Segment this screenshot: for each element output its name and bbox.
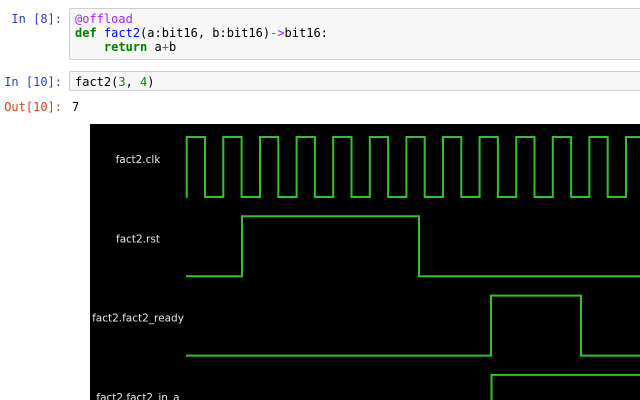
code-line: fact2(3, 4) [75,75,155,89]
input-prompt-10: In [10]: [4,75,62,89]
output-value: 7 [72,100,80,114]
input-prompt-8: In [8]: [11,12,62,26]
signal-label: fact2.rst [116,233,160,245]
signal-trace-fact2.clk [185,136,640,198]
signal-trace-fact2.rst [186,215,640,278]
code-line: @offload [75,12,133,26]
output-prompt-10: Out[10]: [4,100,62,114]
code-line: def fact2(a:bit16, b:bit16)->bit16: [75,26,328,40]
waveform-output-image: fact2.clk fact2.rst fact2.fact2_ready fact2… [90,124,640,400]
signal-trace-fact2.fact2_ready [186,294,640,357]
signal-trace-fact2.fact2_in_a [490,373,640,400]
code-line: return a+b [103,40,177,54]
code-editor-8[interactable]: @offload def fact2(a:bit16, b:bit16)->bit… [70,9,640,54]
waveform-plot: fact2.clk fact2.rst fact2.fact2_ready fact2… [92,136,640,400]
signal-label: fact2.fact2_in_a [96,392,179,400]
signal-label: fact2.clk [116,154,162,166]
signal-label: fact2.fact2_ready [92,313,184,325]
code-cell-8[interactable]: @offload def fact2(a:bit16, b:bit16)->bit… [69,8,640,60]
code-cell-10[interactable]: fact2(3, 4) [69,71,640,91]
code-editor-10[interactable]: fact2(3, 4) [70,72,640,89]
